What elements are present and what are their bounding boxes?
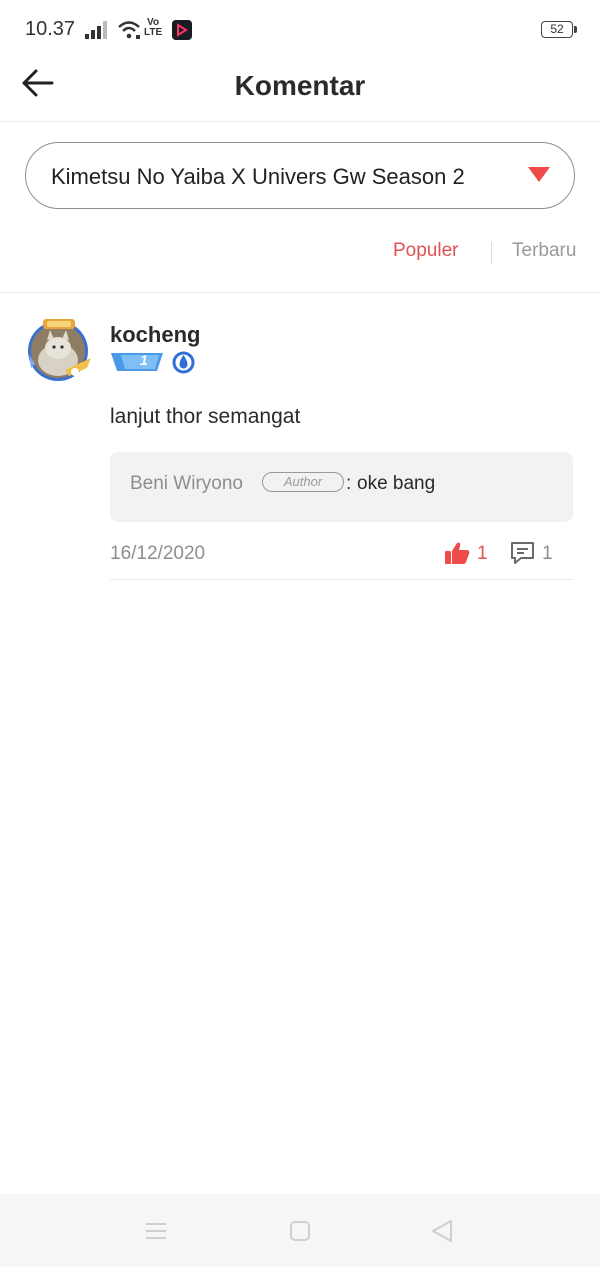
comment-divider xyxy=(110,579,573,580)
reply-text: oke bang xyxy=(357,473,436,494)
caret-down-icon xyxy=(528,167,550,182)
level-badge-number: 1 xyxy=(140,352,148,368)
verified-badge-icon xyxy=(172,351,195,374)
app-notification-icon xyxy=(172,20,192,40)
thumbs-up-icon[interactable] xyxy=(444,541,470,565)
comment-bubble-icon[interactable] xyxy=(510,541,535,565)
comment-item: kocheng 1 lanjut thor semangat Beni Wiry… xyxy=(0,293,600,583)
menu-icon[interactable] xyxy=(145,1221,167,1241)
chapter-select-value: Kimetsu No Yaiba X Univers Gw Season 2 xyxy=(51,164,465,189)
signal-icon xyxy=(85,21,107,39)
page-title: Komentar xyxy=(234,70,366,101)
level-badge-icon xyxy=(111,353,163,371)
tab-divider xyxy=(491,242,492,264)
sort-tabs: Populer Terbaru xyxy=(0,232,600,272)
comment-date: 16/12/2020 xyxy=(110,543,206,564)
system-nav-bar xyxy=(0,1194,600,1267)
battery-icon: 52 xyxy=(541,21,577,38)
like-count: 1 xyxy=(477,543,488,564)
status-time: 10.37 xyxy=(25,18,76,40)
reply-separator: : xyxy=(346,473,352,494)
reply-preview[interactable]: Beni Wiryono Author : oke bang xyxy=(110,452,573,522)
volte-bottom: LTE xyxy=(144,27,163,38)
reply-count: 1 xyxy=(542,543,553,564)
tab-terbaru[interactable]: Terbaru xyxy=(512,240,576,262)
chapter-select[interactable]: Kimetsu No Yaiba X Univers Gw Season 2 xyxy=(25,142,575,209)
reply-author: Beni Wiryono xyxy=(130,473,243,494)
avatar[interactable] xyxy=(25,318,93,382)
status-bar: 10.37 Vo LTE 52 xyxy=(0,0,600,60)
wifi-icon xyxy=(118,21,140,39)
tab-populer[interactable]: Populer xyxy=(393,240,459,262)
volte-icon: Vo LTE xyxy=(144,18,162,38)
app-header: Komentar xyxy=(0,60,600,122)
comment-username[interactable]: kocheng xyxy=(110,322,200,348)
home-square-icon[interactable] xyxy=(289,1220,311,1242)
battery-level: 52 xyxy=(550,22,564,36)
comment-text: lanjut thor semangat xyxy=(110,405,301,428)
author-badge: Author xyxy=(262,472,344,492)
back-triangle-icon[interactable] xyxy=(430,1219,454,1243)
